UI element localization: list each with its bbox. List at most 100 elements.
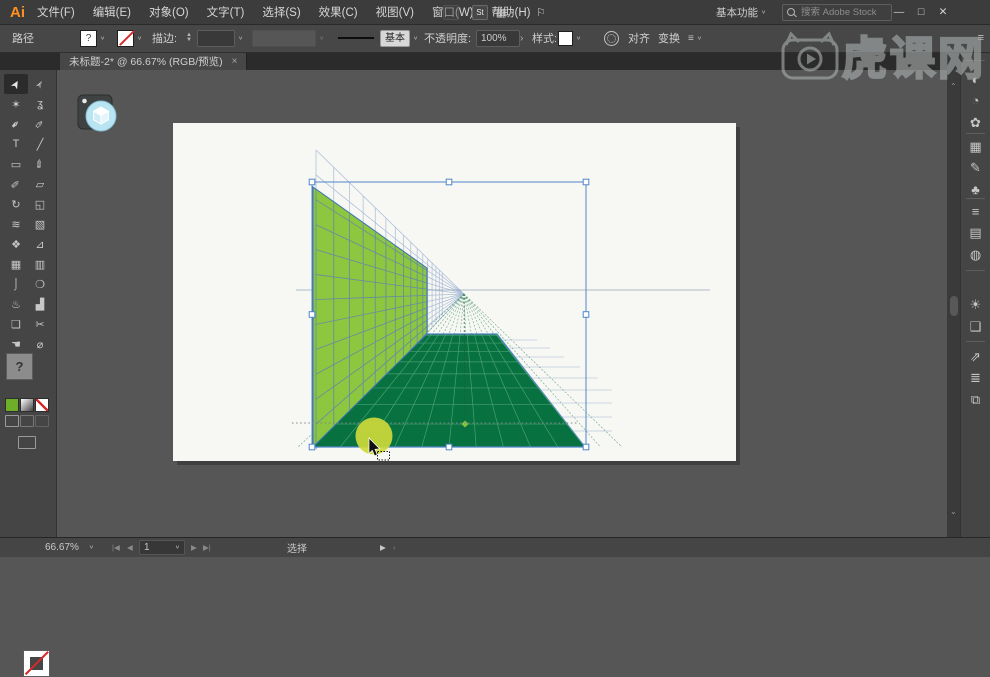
minimize-button[interactable]: — [888, 6, 910, 18]
type-tool[interactable]: T [4, 134, 28, 154]
selection-tool[interactable]: ➤ [4, 74, 28, 94]
menu-item-4[interactable]: 选择(S) [262, 4, 300, 20]
panel-menu-icon[interactable]: ≡ [978, 32, 984, 44]
stroke-weight-select[interactable]: ∨ [197, 24, 243, 52]
opacity-more-icon[interactable]: › [520, 33, 523, 44]
next-artboard-icon[interactable]: ▶ [191, 543, 197, 552]
opacity-field[interactable]: 100% [476, 24, 520, 52]
align-button[interactable]: 对齐 [628, 30, 650, 46]
menu-item-1[interactable]: 编辑(E) [93, 4, 131, 20]
menu-item-6[interactable]: 视图(V) [376, 4, 414, 20]
panel-appearance-icon[interactable]: ☀ [961, 295, 990, 315]
selection-handle[interactable] [309, 444, 315, 450]
pen-tool[interactable]: ✒ [4, 114, 28, 134]
free-transform-tool[interactable]: ▧ [28, 214, 52, 234]
line-segment-tool[interactable]: ╱ [28, 134, 52, 154]
status-play-icon[interactable]: ▶ [380, 543, 386, 552]
panel-artboards-icon[interactable]: ⧉ [961, 390, 990, 410]
prev-artboard-icon[interactable]: ◀ [127, 543, 133, 552]
menu-item-2[interactable]: 对象(O) [149, 4, 189, 20]
width-tool[interactable]: ≋ [4, 214, 28, 234]
panel-graphic-styles-icon[interactable]: ❑ [961, 317, 990, 337]
lasso-tool[interactable]: ʓ [28, 94, 52, 114]
stock-search-box[interactable] [782, 4, 892, 21]
share-icon[interactable]: ⚐ [536, 6, 546, 19]
brush-style-select[interactable]: 基本 ∨ [380, 24, 418, 52]
eyedropper-tool[interactable]: ⌡ [4, 274, 28, 294]
direct-selection-tool[interactable]: ➣ [28, 74, 52, 94]
hand-tool[interactable]: ☚ [4, 334, 28, 354]
panel-gradient-icon[interactable]: ▤ [961, 223, 990, 243]
eraser-tool[interactable]: ▱ [28, 174, 52, 194]
rectangle-tool[interactable]: ▭ [4, 154, 28, 174]
style-swatch[interactable]: ∨ [558, 24, 581, 52]
panel-recolor-artwork-icon[interactable]: ✿ [961, 113, 990, 133]
slice-tool[interactable]: ✂ [28, 314, 52, 334]
column-graph-tool[interactable]: ▟ [28, 294, 52, 314]
search-input[interactable] [799, 6, 889, 19]
tab-close-icon[interactable]: × [232, 56, 238, 67]
selection-handle[interactable] [583, 179, 589, 185]
panel-color-guide-icon[interactable]: ◔ [961, 91, 990, 111]
rotate-tool[interactable]: ↻ [4, 194, 28, 214]
symbol-sprayer-tool[interactable]: ♨ [4, 294, 28, 314]
none-button[interactable] [35, 398, 49, 412]
first-artboard-icon[interactable]: |◀ [112, 543, 120, 552]
screen-mode-button[interactable] [18, 436, 36, 449]
last-artboard-icon[interactable]: ▶| [203, 543, 211, 552]
zoom-tool[interactable]: ⌀ [28, 334, 52, 354]
stock-icon[interactable]: St [472, 5, 488, 20]
magic-wand-tool[interactable]: ✶ [4, 94, 28, 114]
scroll-up-icon[interactable]: ⌃ [950, 82, 957, 91]
selection-handle[interactable] [583, 312, 589, 318]
scroll-down-icon[interactable]: ⌄ [950, 507, 957, 516]
color-button[interactable] [5, 398, 19, 412]
menu-item-0[interactable]: 文件(F) [37, 4, 75, 20]
panel-swatches-icon[interactable]: ▦ [961, 137, 990, 157]
bridge-icon[interactable] [443, 5, 459, 20]
panel-transparency-icon[interactable]: ◍ [961, 245, 990, 265]
brush-definition-select[interactable]: ∨ [252, 24, 324, 52]
gradient-tool[interactable]: ▥ [28, 254, 52, 274]
fill-color-indicator[interactable]: ? [6, 353, 33, 380]
status-expand-icon[interactable]: ‹ [393, 543, 396, 552]
canvas-area[interactable] [57, 70, 947, 538]
curvature-tool[interactable]: ✑ [28, 114, 52, 134]
menu-item-3[interactable]: 文字(T) [207, 4, 245, 20]
perspective-grid-tool[interactable]: ⊿ [28, 234, 52, 254]
blend-tool[interactable]: ❍ [28, 274, 52, 294]
workspace-switcher[interactable]: 基本功能 ∨ [716, 0, 766, 24]
selection-handle[interactable] [446, 179, 452, 185]
widget-close-dot[interactable] [82, 99, 87, 104]
panel-symbols-icon[interactable]: ♣ [961, 180, 990, 200]
panel-stroke-icon[interactable]: ≡ [961, 202, 990, 222]
draw-inside-mode-icon[interactable] [35, 415, 49, 427]
stroke-color-indicator[interactable] [23, 650, 50, 677]
perspective-grid-widget[interactable] [78, 95, 116, 131]
app-logo[interactable]: Ai [10, 4, 25, 21]
transform-button[interactable]: 变换 [658, 30, 680, 46]
panel-layers-icon[interactable]: ≣ [961, 368, 990, 388]
paintbrush-tool[interactable]: ✐ [28, 154, 52, 174]
draw-behind-mode-icon[interactable] [20, 415, 34, 427]
scale-tool[interactable]: ◱ [28, 194, 52, 214]
stroke-weight-stepper[interactable]: ▲▼ [186, 33, 192, 43]
dock-scroll-thumb[interactable] [950, 296, 958, 316]
artboard-tool[interactable]: ❏ [4, 314, 28, 334]
shape-builder-tool[interactable]: ❖ [4, 234, 28, 254]
maximize-button[interactable]: □ [910, 6, 932, 18]
mesh-tool[interactable]: ▦ [4, 254, 28, 274]
align-options[interactable]: ≡ ∨ [688, 24, 702, 52]
selection-handle[interactable] [583, 444, 589, 450]
arrange-documents-icon[interactable]: ▦ [496, 6, 506, 19]
panel-export-icon[interactable]: ⇗ [961, 347, 990, 367]
artboard-navigation-select[interactable]: 1 ∨ [139, 540, 185, 555]
stroke-swatch[interactable]: ∨ [117, 24, 142, 52]
close-button[interactable]: ✕ [932, 6, 954, 18]
selection-handle[interactable] [309, 312, 315, 318]
fill-swatch[interactable]: ? ∨ [80, 24, 105, 52]
zoom-level-select[interactable]: 66.67% ∨ [45, 538, 94, 556]
pencil-tool[interactable]: ✏ [4, 174, 28, 194]
panel-brushes-icon[interactable]: ✎ [961, 158, 990, 178]
recolor-artwork-icon[interactable] [604, 31, 619, 46]
